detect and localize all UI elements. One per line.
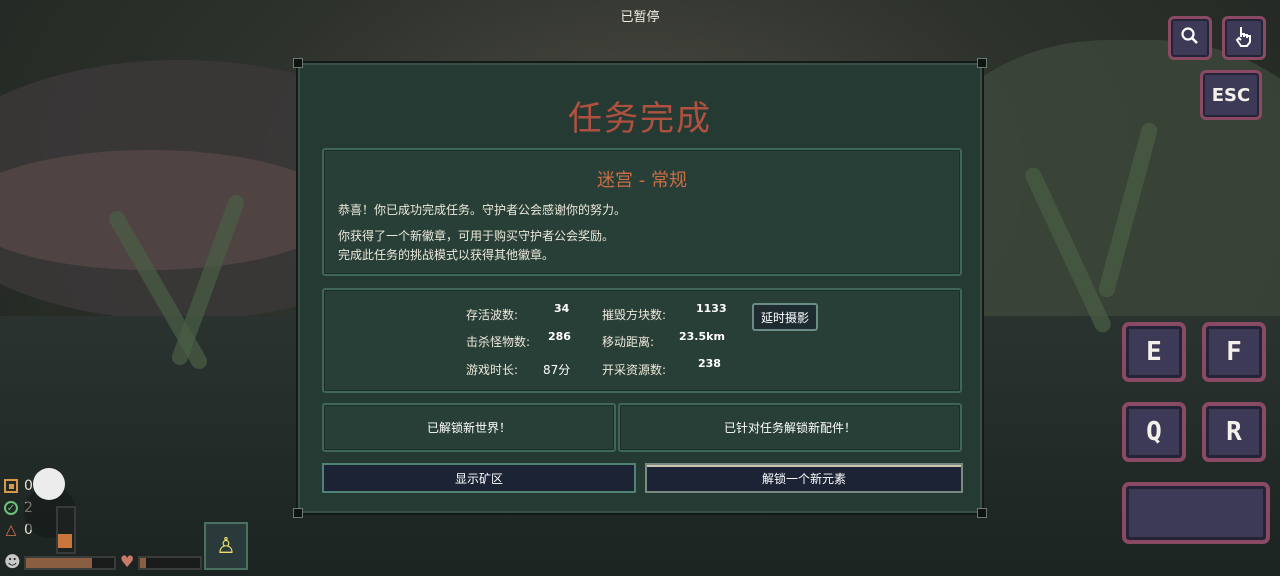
stats-panel: 存活波数: 34 击杀怪物数: 286 游戏时长: 87分 摧毁方块数: 113… bbox=[322, 288, 962, 393]
stat-label-resources: 开采资源数: bbox=[602, 363, 667, 377]
drill-icon bbox=[58, 534, 72, 548]
player-icon: ☻ bbox=[4, 552, 21, 571]
key-r-button[interactable]: R bbox=[1202, 402, 1266, 462]
unlock-element-button[interactable]: 解锁一个新元素 bbox=[645, 463, 963, 493]
stat-value-distance: 23.5km bbox=[679, 330, 725, 343]
stat-value-waves: 34 bbox=[554, 302, 570, 315]
key-f-button[interactable]: F bbox=[1202, 322, 1266, 382]
resource-count-1: 0 bbox=[24, 478, 33, 494]
dialog-title: 任务完成 bbox=[568, 99, 712, 139]
joystick-knob[interactable] bbox=[33, 468, 65, 500]
mission-summary-panel: 迷宫 - 常规 恭喜！你已成功完成任务。守护者公会感谢你的努力。 你获得了一个新… bbox=[322, 148, 962, 276]
mission-complete-dialog: 任务完成 迷宫 - 常规 恭喜！你已成功完成任务。守护者公会感谢你的努力。 你获… bbox=[293, 58, 987, 518]
energy-bar bbox=[24, 556, 116, 570]
resource-row-1: 0 bbox=[4, 478, 33, 494]
touch-button[interactable] bbox=[1222, 16, 1266, 60]
search-button[interactable] bbox=[1168, 16, 1212, 60]
mission-name: 迷宫 - 常规 bbox=[597, 170, 687, 191]
paused-label: 已暂停 bbox=[620, 10, 660, 25]
stat-label-blocks: 摧毁方块数: bbox=[602, 308, 667, 322]
hand-pointer-icon bbox=[1234, 25, 1254, 51]
congrats-text: 恭喜！你已成功完成任务。守护者公会感谢你的努力。 bbox=[338, 203, 627, 217]
stat-label-playtime: 游戏时长: bbox=[466, 363, 519, 377]
esc-button[interactable]: ESC bbox=[1200, 70, 1262, 120]
timelapse-button[interactable]: 延时摄影 bbox=[752, 303, 818, 331]
show-mining-button[interactable]: 显示矿区 bbox=[322, 463, 636, 493]
key-e-button[interactable]: E bbox=[1122, 322, 1186, 382]
stat-label-kills: 击杀怪物数: bbox=[466, 335, 531, 349]
stat-label-distance: 移动距离: bbox=[602, 335, 655, 349]
stat-value-playtime: 87分 bbox=[543, 363, 571, 377]
stat-value-kills: 286 bbox=[548, 330, 571, 343]
unlock-world-panel: 已解锁新世界！ bbox=[322, 403, 616, 452]
action-button-wide[interactable] bbox=[1122, 482, 1270, 544]
unlock-part-panel: 已针对任务解锁新配件！ bbox=[618, 403, 962, 452]
warning-icon: △ bbox=[5, 522, 17, 538]
character-portrait-icon[interactable]: ♙ bbox=[204, 522, 248, 570]
stat-value-resources: 238 bbox=[698, 357, 721, 370]
health-bar bbox=[138, 556, 202, 570]
check-circle-icon: ✓ bbox=[4, 501, 18, 515]
search-icon bbox=[1180, 26, 1200, 50]
crate-icon bbox=[4, 479, 18, 493]
badge-text-2: 完成此任务的挑战模式以获得其他徽章。 bbox=[338, 248, 555, 262]
heart-icon: ♥ bbox=[120, 552, 135, 571]
key-q-button[interactable]: Q bbox=[1122, 402, 1186, 462]
stat-value-blocks: 1133 bbox=[696, 302, 727, 315]
stat-label-waves: 存活波数: bbox=[466, 308, 519, 322]
badge-text-1: 你获得了一个新徽章，可用于购买守护者公会奖励。 bbox=[338, 229, 615, 243]
